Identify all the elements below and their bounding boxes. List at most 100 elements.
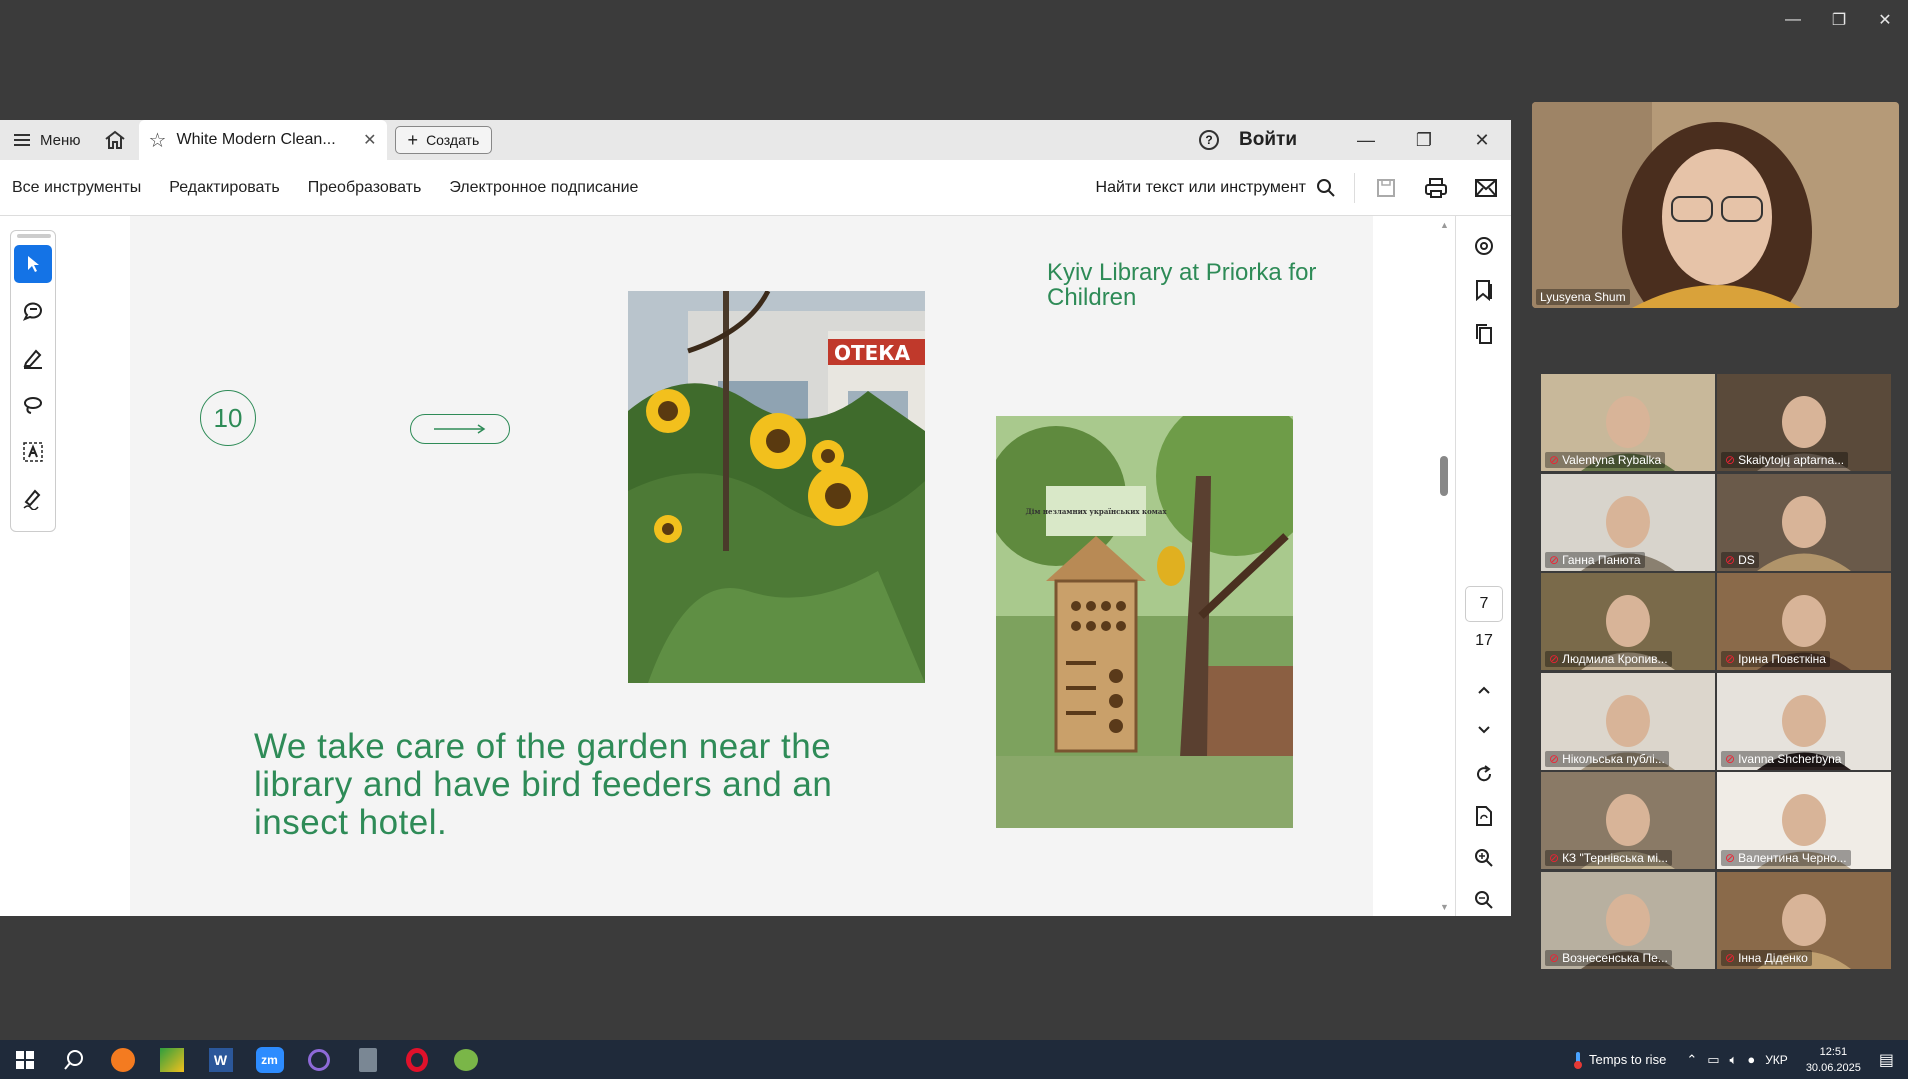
zoom-icon: zm: [255, 1046, 284, 1073]
window-minimize-icon[interactable]: —: [1337, 120, 1395, 160]
microphone-icon[interactable]: ●: [1747, 1052, 1755, 1067]
save-icon: [1377, 178, 1395, 197]
draw-tool[interactable]: [14, 386, 52, 424]
participant-tile[interactable]: ⊘ Ірина Повєткіна: [1717, 573, 1891, 670]
avast-app[interactable]: [98, 1040, 147, 1079]
toolbar-edit[interactable]: Редактировать: [153, 179, 292, 197]
zoom-out-button[interactable]: [1456, 878, 1512, 922]
active-speaker-video[interactable]: Lyusyena Shum: [1532, 102, 1899, 308]
network-icon[interactable]: ▭: [1707, 1052, 1719, 1068]
start-button[interactable]: [0, 1040, 49, 1079]
windows-logo-icon: [15, 1050, 34, 1069]
highlight-tool[interactable]: [14, 339, 52, 377]
arrow-right-icon: [434, 424, 486, 434]
game-app[interactable]: [441, 1040, 490, 1079]
calculator-app[interactable]: [343, 1040, 392, 1079]
bookmarks-button[interactable]: [1456, 268, 1512, 312]
ai-assistant-button[interactable]: [1456, 224, 1512, 268]
weather-widget[interactable]: Temps to rise: [1573, 1051, 1666, 1069]
rotate-button[interactable]: [1456, 752, 1512, 796]
participant-tile[interactable]: ⊘ КЗ "Тернівська мі...: [1541, 772, 1715, 869]
weather-text: Temps to rise: [1589, 1052, 1667, 1067]
participant-name-text: Ганна Панюта: [1562, 552, 1641, 567]
language-indicator[interactable]: УКР: [1765, 1053, 1788, 1067]
prev-page-button[interactable]: [1456, 668, 1512, 712]
vertical-scrollbar[interactable]: ▲ ▼: [1438, 216, 1452, 916]
toolbar-convert[interactable]: Преобразовать: [292, 179, 434, 197]
login-button[interactable]: Войти: [1239, 129, 1297, 151]
comment-tool[interactable]: [14, 292, 52, 330]
maps-app[interactable]: [147, 1040, 196, 1079]
participant-tile[interactable]: ⊘ Вознесенська Пе...: [1541, 871, 1715, 969]
participant-tile[interactable]: ⊘ Ivanna Shcherbyna: [1717, 672, 1891, 770]
speaker-name: Lyusyena Shum: [1536, 289, 1630, 305]
muted-mic-icon: ⊘: [1549, 950, 1560, 965]
print-button[interactable]: [1411, 177, 1461, 199]
clock-time: 12:51: [1819, 1045, 1848, 1058]
muted-mic-icon: ⊘: [1725, 950, 1736, 965]
word-app[interactable]: W: [196, 1040, 245, 1079]
home-button[interactable]: [95, 120, 135, 160]
page-number-input[interactable]: 7: [1465, 586, 1503, 622]
email-button[interactable]: [1461, 178, 1511, 197]
zoom-app[interactable]: zm: [245, 1040, 294, 1079]
participant-name-text: Інна Діденко: [1738, 950, 1808, 965]
zoom-out-icon: [1475, 891, 1493, 909]
pages-button[interactable]: [1456, 312, 1512, 356]
toolbar-esign[interactable]: Электронное подписание: [433, 179, 650, 197]
opera-app[interactable]: [392, 1040, 441, 1079]
participant-name-text: DS: [1738, 552, 1755, 567]
cursor-arrow-icon: [28, 256, 39, 272]
zoom-in-button[interactable]: [1456, 836, 1512, 880]
window-close-icon[interactable]: ✕: [1453, 120, 1511, 160]
search-icon: [63, 1049, 83, 1070]
participant-tile[interactable]: ⊘ Валентина Черно...: [1717, 772, 1891, 869]
hamburger-icon: [14, 134, 30, 146]
participant-name: ⊘ КЗ "Тернівська мі...: [1545, 850, 1672, 866]
participant-name-text: Valentyna Rybalka: [1562, 453, 1662, 467]
tab-title: White Modern Clean...: [176, 131, 336, 148]
drag-handle[interactable]: [17, 234, 51, 238]
clock-date: 30.06.2025: [1805, 1061, 1861, 1074]
restore-icon[interactable]: ❐: [1816, 6, 1862, 34]
thermometer-icon: [1574, 1051, 1582, 1069]
notifications-icon[interactable]: ▤: [1879, 1050, 1894, 1070]
text-tool[interactable]: [14, 433, 52, 471]
minimize-icon[interactable]: —: [1770, 6, 1816, 34]
scroll-down-icon[interactable]: ▼: [1440, 902, 1449, 912]
scroll-up-icon[interactable]: ▲: [1440, 220, 1449, 230]
muted-mic-icon: ⊘: [1549, 851, 1560, 865]
chevron-up-icon[interactable]: ⌃: [1686, 1052, 1697, 1068]
next-page-button[interactable]: [1456, 708, 1512, 752]
participant-tile[interactable]: ⊘ Інна Діденко: [1717, 871, 1891, 969]
search-icon: [1317, 178, 1335, 197]
participant-tile[interactable]: ⊘ Людмила Кропив...: [1541, 573, 1715, 670]
select-tool[interactable]: [14, 245, 52, 283]
extract-button[interactable]: [1456, 794, 1512, 838]
window-restore-icon[interactable]: ❐: [1395, 120, 1453, 160]
viber-app[interactable]: [294, 1040, 343, 1079]
participant-tile[interactable]: ⊘ Skaitytojų aptarna...: [1717, 374, 1891, 471]
star-icon[interactable]: ☆: [149, 128, 167, 153]
close-tab-icon[interactable]: ✕: [363, 130, 376, 150]
scroll-thumb[interactable]: [1440, 456, 1448, 496]
zoom-window-controls: — ❐ ✕: [1770, 6, 1908, 34]
help-icon[interactable]: ?: [1199, 130, 1219, 150]
toolbar-all-tools[interactable]: Все инструменты: [0, 179, 153, 197]
participant-tile[interactable]: ⊘ Нікольська публі...: [1541, 672, 1715, 770]
clock[interactable]: 12:51 30.06.2025: [1806, 1044, 1861, 1076]
find-tool-button[interactable]: Найти текст или инструмент: [1096, 172, 1355, 203]
participant-tile[interactable]: ⊘ DS: [1717, 473, 1891, 571]
participant-name: ⊘ Людмила Кропив...: [1545, 651, 1672, 667]
menu-button[interactable]: Меню: [0, 120, 95, 160]
participant-tile[interactable]: ⊘ Ганна Панюта: [1541, 473, 1715, 571]
tab-document[interactable]: ☆ White Modern Clean... ✕: [138, 120, 387, 160]
muted-mic-icon: ⊘: [1549, 652, 1560, 666]
save-button[interactable]: [1361, 178, 1411, 198]
create-button[interactable]: + Создать: [394, 126, 493, 154]
sign-tool[interactable]: [14, 480, 52, 518]
participant-tile[interactable]: ⊘ Valentyna Rybalka: [1541, 374, 1715, 471]
search-taskbar-button[interactable]: [49, 1040, 98, 1079]
volume-icon[interactable]: 🔈︎: [1730, 1052, 1738, 1068]
close-icon[interactable]: ✕: [1862, 6, 1908, 34]
